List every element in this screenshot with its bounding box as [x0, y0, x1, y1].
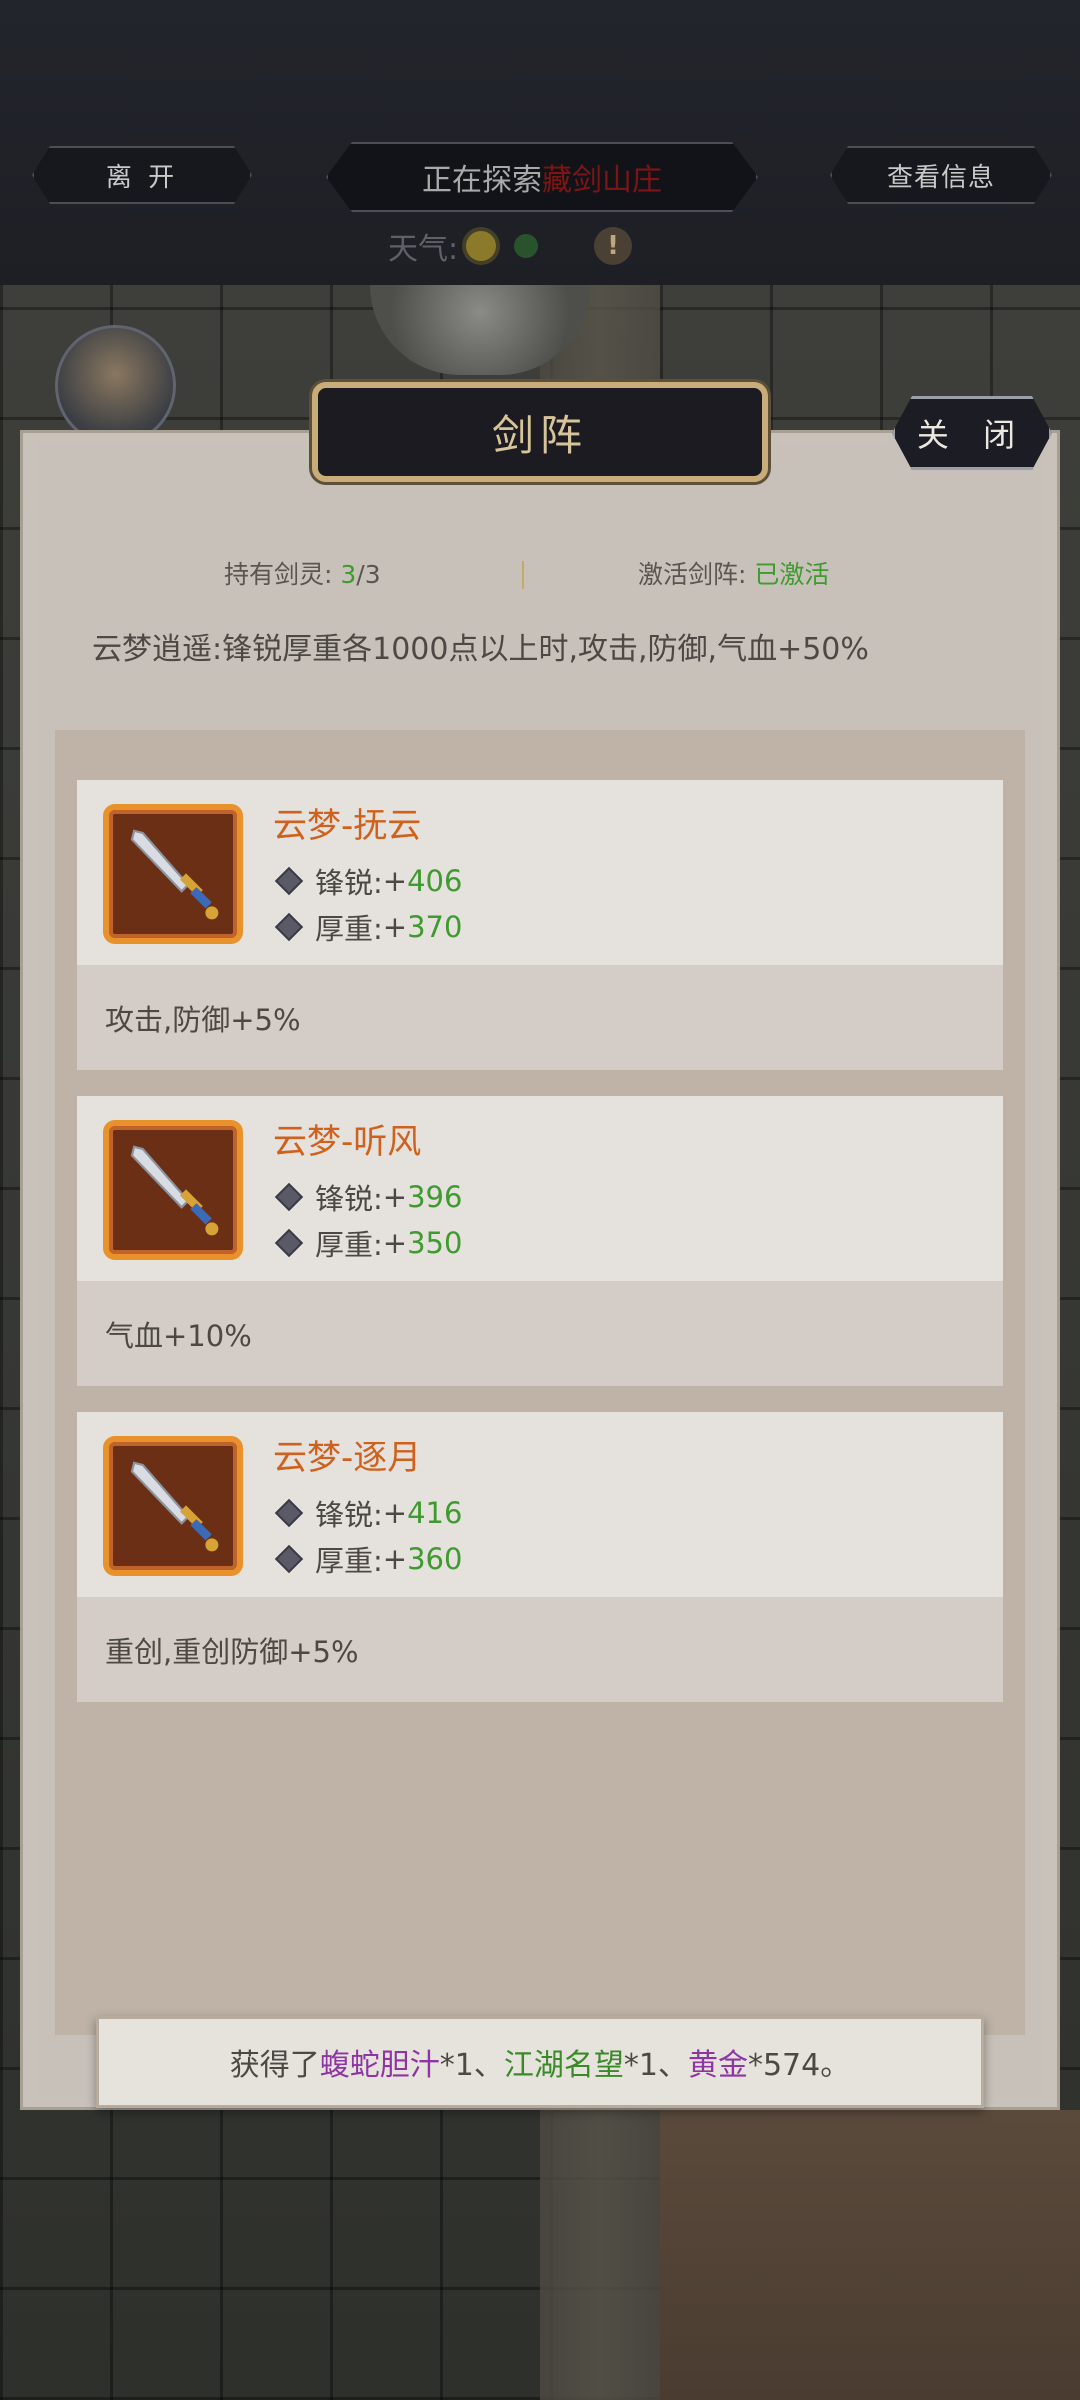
sun-icon — [466, 231, 497, 261]
diamond-icon — [274, 1498, 304, 1528]
weather-label: 天气: — [388, 232, 459, 267]
plus-sign: + — [382, 1180, 408, 1214]
toast-prefix: 获得了 — [229, 2048, 320, 2083]
sword-name: 云梦-抚云 — [273, 806, 422, 846]
sharp-value: 396 — [407, 1180, 463, 1214]
modal-title: 剑阵 — [312, 382, 768, 482]
card-bonus: 攻击,防御+5% — [77, 965, 1003, 1070]
reward-toast: 获得了 蝮蛇胆汁 *1、 江湖名望 *1、 黄金 *574。 — [96, 2016, 984, 2108]
card-header: 云梦-抚云 锋锐: +406 厚重: +370 — [77, 780, 1003, 965]
exploring-prefix: 正在探索 — [422, 163, 542, 198]
held-total: /3 — [356, 560, 381, 589]
card-bonus: 气血+10% — [77, 1281, 1003, 1386]
card-header: 云梦-听风 锋锐: +396 厚重: +350 — [77, 1096, 1003, 1281]
sharp-stat: 锋锐: +406 — [273, 860, 462, 902]
sword-name: 云梦-逐月 — [273, 1438, 422, 1478]
sharp-label: 锋锐: — [315, 1182, 383, 1216]
weather-bar: 天气: ! — [388, 224, 633, 268]
sharp-label: 锋锐: — [315, 866, 383, 900]
plus-sign: + — [382, 910, 408, 944]
sword-card[interactable]: 云梦-听风 锋锐: +396 厚重: +350 气血+10% — [77, 1096, 1003, 1386]
map-ground — [660, 2110, 1080, 2400]
sharp-stat: 锋锐: +416 — [273, 1492, 462, 1534]
reward-qty-3: *574。 — [747, 2048, 851, 2083]
sword-name: 云梦-听风 — [273, 1122, 422, 1162]
heavy-stat: 厚重: +350 — [273, 1222, 462, 1264]
warning-icon[interactable]: ! — [594, 227, 633, 265]
held-count: 3 — [340, 560, 357, 589]
card-bonus: 重创,重创防御+5% — [77, 1597, 1003, 1702]
location-name: 藏剑山庄 — [542, 163, 662, 198]
sword-card[interactable]: 云梦-逐月 锋锐: +416 厚重: +360 重创,重创防御+5% — [77, 1412, 1003, 1702]
player-avatar[interactable] — [55, 325, 176, 446]
activate-label: 激活剑阵: — [638, 560, 747, 589]
formation-description: 云梦逍遥:锋锐厚重各1000点以上时,攻击,防御,气血+50% — [92, 632, 869, 667]
card-header: 云梦-逐月 锋锐: +416 厚重: +360 — [77, 1412, 1003, 1597]
plus-sign: + — [382, 1496, 408, 1530]
heavy-value: 370 — [407, 910, 463, 944]
heavy-stat: 厚重: +370 — [273, 906, 462, 948]
sword-card[interactable]: 云梦-抚云 锋锐: +406 厚重: +370 攻击,防御+5% — [77, 780, 1003, 1070]
sharp-label: 锋锐: — [315, 1498, 383, 1532]
heavy-value: 360 — [407, 1542, 463, 1576]
heavy-value: 350 — [407, 1226, 463, 1260]
stats-divider — [522, 561, 524, 589]
activation-status: 激活剑阵: 已激活 — [638, 555, 829, 591]
view-info-button[interactable]: 查看信息 — [830, 146, 1052, 204]
plus-sign: + — [382, 1542, 408, 1576]
plus-sign: + — [382, 864, 408, 898]
sharp-value: 416 — [407, 1496, 463, 1530]
held-spirits: 持有剑灵: 3/3 — [224, 555, 381, 591]
sword-icon — [103, 1120, 243, 1260]
bonus-text: 攻击,防御+5% — [105, 1002, 301, 1037]
bonus-text: 气血+10% — [105, 1318, 252, 1353]
reward-item-2: 江湖名望 — [503, 2048, 624, 2083]
heavy-label: 厚重: — [315, 1544, 383, 1578]
reward-qty-2: *1、 — [623, 2048, 688, 2083]
plus-sign: + — [382, 1226, 408, 1260]
diamond-icon — [274, 1182, 304, 1212]
heavy-label: 厚重: — [315, 912, 383, 946]
heavy-stat: 厚重: +360 — [273, 1538, 462, 1580]
diamond-icon — [274, 866, 304, 896]
reward-item-3: 黄金 — [687, 2048, 748, 2083]
heavy-label: 厚重: — [315, 1228, 383, 1262]
activate-value: 已激活 — [754, 560, 830, 589]
exploring-banner: 正在探索 藏剑山庄 — [326, 142, 758, 212]
reward-item-1: 蝮蛇胆汁 — [319, 2048, 440, 2083]
held-label: 持有剑灵: — [224, 560, 333, 589]
sharp-value: 406 — [407, 864, 463, 898]
weather-secondary-icon — [514, 234, 539, 258]
reward-qty-1: *1、 — [439, 2048, 504, 2083]
diamond-icon — [274, 1544, 304, 1574]
diamond-icon — [274, 912, 304, 942]
bonus-text: 重创,重创防御+5% — [105, 1634, 359, 1669]
close-button[interactable]: 关 闭 — [892, 396, 1052, 470]
sharp-stat: 锋锐: +396 — [273, 1176, 462, 1218]
diamond-icon — [274, 1228, 304, 1258]
sword-icon — [103, 804, 243, 944]
sword-icon — [103, 1436, 243, 1576]
leave-button[interactable]: 离 开 — [32, 146, 252, 204]
formation-stats: 持有剑灵: 3/3 激活剑阵: 已激活 — [0, 555, 1080, 599]
